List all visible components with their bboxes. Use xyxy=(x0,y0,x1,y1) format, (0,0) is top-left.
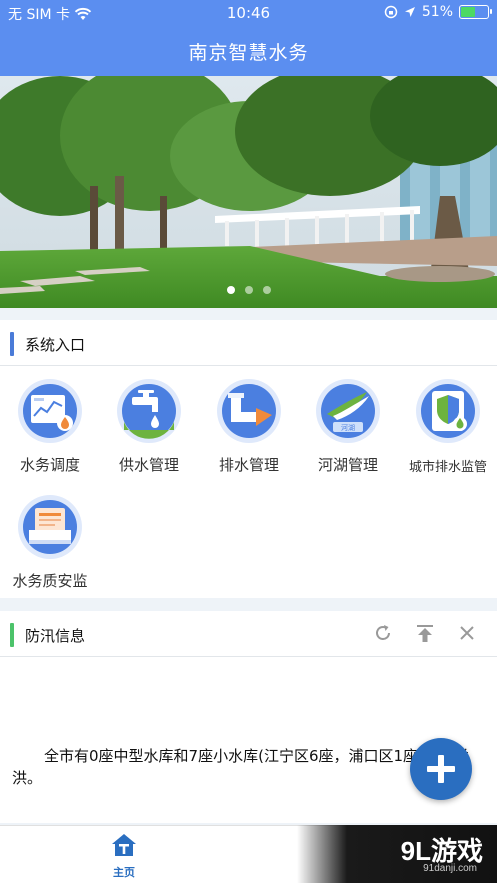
section-title: 防汛信息 xyxy=(25,627,86,645)
system-entry-section: 系统入口 水务调度 供水管理 排水管理 河湖 河湖管理 城市排水监管 水务质安监 xyxy=(0,320,497,598)
rotation-lock-icon xyxy=(384,5,398,19)
carousel-dots xyxy=(0,286,497,294)
tab-home-label: 主页 xyxy=(113,866,135,879)
water-tap-icon xyxy=(117,379,181,443)
entry-drainage[interactable]: 排水管理 xyxy=(199,378,299,475)
entry-water-supply[interactable]: 供水管理 xyxy=(99,378,199,475)
drainage-pipe-icon xyxy=(217,379,281,443)
section-tools xyxy=(373,623,477,643)
carousel-dot[interactable] xyxy=(244,286,253,294)
banner-park-image xyxy=(0,76,497,308)
page-title: 南京智慧水务 xyxy=(188,42,309,64)
home-icon xyxy=(112,834,136,856)
entry-urban-drainage-supervision[interactable]: 城市排水监管 xyxy=(398,378,497,475)
carousel-dot[interactable] xyxy=(226,286,235,294)
entry-label: 水务质安监 xyxy=(12,572,88,590)
add-button[interactable] xyxy=(410,738,472,800)
entry-label: 供水管理 xyxy=(118,456,179,474)
entry-label: 排水管理 xyxy=(218,456,279,474)
river-lake-icon: 河湖 xyxy=(316,379,380,443)
bottom-tab-bar: 主页 9L游戏 91danji.com xyxy=(0,825,497,883)
dispatch-monitor-icon xyxy=(18,379,82,443)
svg-text:河湖: 河湖 xyxy=(341,423,355,432)
watermark-logo: 9L游戏 91danji.com xyxy=(297,825,497,883)
status-bar: 无 SIM 卡 10:46 51% xyxy=(0,0,497,26)
banner-carousel[interactable] xyxy=(0,76,497,308)
plus-icon xyxy=(427,755,455,783)
tab-home[interactable]: 主页 xyxy=(98,832,150,880)
nav-bar: 南京智慧水务 xyxy=(0,26,497,76)
watermark-url: 91danji.com xyxy=(423,863,477,874)
section-accent-bar xyxy=(10,623,14,647)
entry-label: 河湖管理 xyxy=(317,456,378,474)
shield-drainage-icon xyxy=(416,379,480,443)
battery-percent: 51% xyxy=(421,4,453,20)
entry-label: 水务调度 xyxy=(19,456,80,474)
location-icon xyxy=(404,7,415,17)
quality-inspection-icon xyxy=(18,495,82,559)
carousel-dot[interactable] xyxy=(262,286,271,294)
section-title: 系统入口 xyxy=(25,336,86,354)
section-header: 防汛信息 xyxy=(0,611,497,657)
battery-level-fill xyxy=(461,7,476,17)
status-right: 51% xyxy=(384,4,492,20)
section-accent-bar xyxy=(10,332,14,356)
entry-water-quality-safety[interactable]: 水务质安监 xyxy=(0,494,100,591)
close-icon[interactable] xyxy=(457,623,477,643)
entry-river-lake[interactable]: 河湖 河湖管理 xyxy=(298,378,398,475)
system-grid: 水务调度 供水管理 排水管理 河湖 河湖管理 城市排水监管 水务质安监 xyxy=(0,366,497,598)
refresh-icon[interactable] xyxy=(373,623,393,643)
section-header: 系统入口 xyxy=(0,320,497,366)
entry-water-dispatch[interactable]: 水务调度 xyxy=(0,378,100,475)
battery-icon xyxy=(459,5,492,19)
entry-label: 城市排水监管 xyxy=(408,460,487,475)
scroll-to-top-icon[interactable] xyxy=(415,623,435,643)
